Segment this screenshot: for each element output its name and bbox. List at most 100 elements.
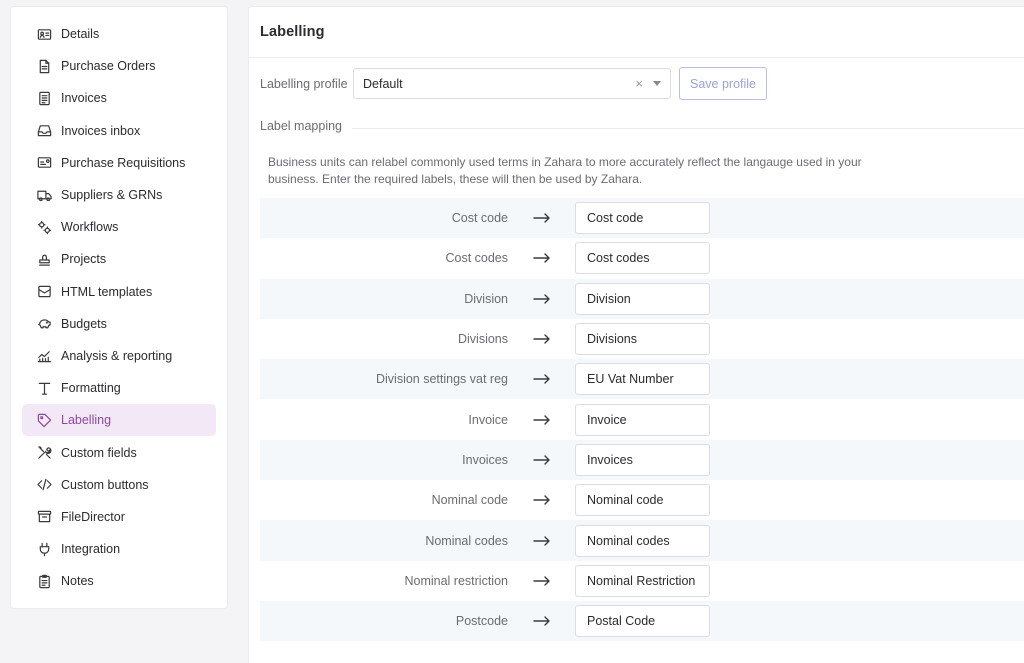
plug-icon xyxy=(36,541,52,557)
mapping-label-input[interactable]: Cost code xyxy=(575,202,710,235)
sidebar-item-label: Labelling xyxy=(61,413,112,428)
mapping-source-label: Division settings vat reg xyxy=(375,372,508,387)
mapping-label-value: Nominal Restriction xyxy=(587,573,696,588)
mapping-row: Nominal restriction Nominal Restriction xyxy=(260,561,1024,601)
sidebar-item-label: Integration xyxy=(61,542,121,557)
sidebar-item-label: Workflows xyxy=(61,220,119,235)
mapping-label-input[interactable]: Postal Code xyxy=(575,605,710,638)
settings-sidebar: Details Purchase Orders Invoices Invoice… xyxy=(10,6,228,609)
arrow-right-icon xyxy=(508,414,575,425)
sidebar-item-label: Analysis & reporting xyxy=(61,348,173,363)
arrow-right-icon xyxy=(508,253,575,264)
sidebar-item-label: FileDirector xyxy=(61,509,125,524)
arrow-right-icon xyxy=(508,374,575,385)
sidebar-item-labelling[interactable]: Labelling xyxy=(22,404,216,437)
mapping-label-value: Nominal code xyxy=(587,493,664,508)
sidebar-item-label: Custom buttons xyxy=(61,477,149,492)
text-icon xyxy=(36,380,52,396)
mapping-label-value: Cost code xyxy=(587,211,644,226)
mapping-label-value: Invoices xyxy=(587,452,633,467)
sidebar-item-invoices[interactable]: Invoices xyxy=(22,82,216,114)
mapping-label-input[interactable]: Nominal codes xyxy=(575,524,710,557)
stamp-icon xyxy=(36,251,52,267)
arrow-right-icon xyxy=(508,535,575,546)
label-mapping-heading: Label mapping xyxy=(260,119,343,133)
cogs-icon xyxy=(36,219,52,235)
chevron-down-icon[interactable] xyxy=(653,81,661,86)
sidebar-item-invoices-inbox[interactable]: Invoices inbox xyxy=(22,115,216,147)
receipt-icon xyxy=(36,90,52,106)
mapping-source-label: Division xyxy=(464,291,508,306)
sidebar-item-purchase-orders[interactable]: Purchase Orders xyxy=(22,50,216,82)
tag-icon xyxy=(36,412,52,428)
labelling-profile-select[interactable]: Default × xyxy=(353,68,671,99)
mapping-row: Cost codes Cost codes xyxy=(260,238,1024,278)
sidebar-item-budgets[interactable]: Budgets xyxy=(22,308,216,340)
mapping-label-input[interactable]: Divisions xyxy=(575,323,710,356)
labelling-panel: Labelling Labelling profile Default × Sa… xyxy=(248,6,1024,663)
save-profile-button[interactable]: Save profile xyxy=(679,67,767,100)
sidebar-item-projects[interactable]: Projects xyxy=(22,243,216,275)
sidebar-item-html-templates[interactable]: HTML templates xyxy=(22,276,216,308)
mapping-source-label: Nominal codes xyxy=(425,533,508,548)
sidebar-item-workflows[interactable]: Workflows xyxy=(22,211,216,243)
sidebar-item-label: Suppliers & GRNs xyxy=(61,188,163,203)
piggy-bank-icon xyxy=(36,316,52,332)
sidebar-item-analysis-reporting[interactable]: Analysis & reporting xyxy=(22,340,216,372)
sidebar-item-label: Custom fields xyxy=(61,445,137,460)
mapping-label-input[interactable]: Cost codes xyxy=(575,242,710,275)
mapping-row: Divisions Divisions xyxy=(260,319,1024,359)
labelling-profile-value: Default xyxy=(363,76,403,91)
mapping-label-value: EU Vat Number xyxy=(587,372,674,387)
sidebar-item-label: Projects xyxy=(61,252,107,267)
mapping-source-label: Invoice xyxy=(468,412,508,427)
mapping-source-label: Cost codes xyxy=(445,251,508,266)
sidebar-item-label: Invoices inbox xyxy=(61,123,141,138)
mapping-row: Postcode Postal Code xyxy=(260,600,1024,642)
mapping-source-label: Invoices xyxy=(462,452,508,467)
mapping-row: Nominal codes Nominal codes xyxy=(260,520,1024,561)
mapping-row: Division settings vat reg EU Vat Number xyxy=(260,359,1024,400)
mapping-label-input[interactable]: EU Vat Number xyxy=(575,363,710,396)
clear-icon[interactable]: × xyxy=(635,76,643,91)
mapping-label-input[interactable]: Nominal Restriction xyxy=(575,564,710,597)
sidebar-item-label: Notes xyxy=(61,574,94,589)
sidebar-item-suppliers-grns[interactable]: Suppliers & GRNs xyxy=(22,179,216,211)
mapping-label-input[interactable]: Invoices xyxy=(575,443,710,476)
mapping-row: Invoice Invoice xyxy=(260,399,1024,439)
sidebar-item-details[interactable]: Details xyxy=(22,18,216,50)
sidebar-item-label: Purchase Requisitions xyxy=(61,155,186,170)
sidebar-item-label: Formatting xyxy=(61,381,121,396)
code-icon xyxy=(36,477,52,493)
mapping-label-input[interactable]: Division xyxy=(575,282,710,315)
sidebar-item-label: Budgets xyxy=(61,316,107,331)
mapping-label-value: Postal Code xyxy=(587,614,656,629)
sidebar-item-label: Invoices xyxy=(61,91,107,106)
arrow-right-icon xyxy=(508,576,575,586)
mapping-source-label: Cost code xyxy=(451,211,508,226)
sidebar-item-formatting[interactable]: Formatting xyxy=(22,372,216,404)
sidebar-item-filedirector[interactable]: FileDirector xyxy=(22,501,216,533)
arrow-right-icon xyxy=(508,616,575,626)
panel-header: Labelling xyxy=(249,7,1024,58)
arrow-right-icon xyxy=(508,495,575,505)
template-icon xyxy=(36,284,52,300)
mapping-label-input[interactable]: Nominal code xyxy=(575,484,710,517)
mapping-label-value: Invoice xyxy=(587,412,627,427)
sidebar-item-purchase-requisitions[interactable]: Purchase Requisitions xyxy=(22,147,216,179)
mapping-source-label: Postcode xyxy=(455,614,508,629)
arrow-right-icon xyxy=(508,334,575,344)
sidebar-item-notes[interactable]: Notes xyxy=(22,565,216,597)
archive-icon xyxy=(36,509,52,525)
mapping-source-label: Nominal code xyxy=(431,493,508,508)
mapping-label-value: Division xyxy=(587,291,631,306)
clipboard-icon xyxy=(36,573,52,589)
sidebar-item-custom-fields[interactable]: Custom fields xyxy=(22,436,216,468)
mapping-row: Invoices Invoices xyxy=(260,439,1024,481)
arrow-right-icon xyxy=(508,294,575,304)
mapping-label-input[interactable]: Invoice xyxy=(575,403,710,436)
sidebar-item-integration[interactable]: Integration xyxy=(22,533,216,565)
sidebar-item-custom-buttons[interactable]: Custom buttons xyxy=(22,469,216,501)
mapping-label-value: Nominal codes xyxy=(587,533,670,548)
section-divider xyxy=(352,128,1024,129)
